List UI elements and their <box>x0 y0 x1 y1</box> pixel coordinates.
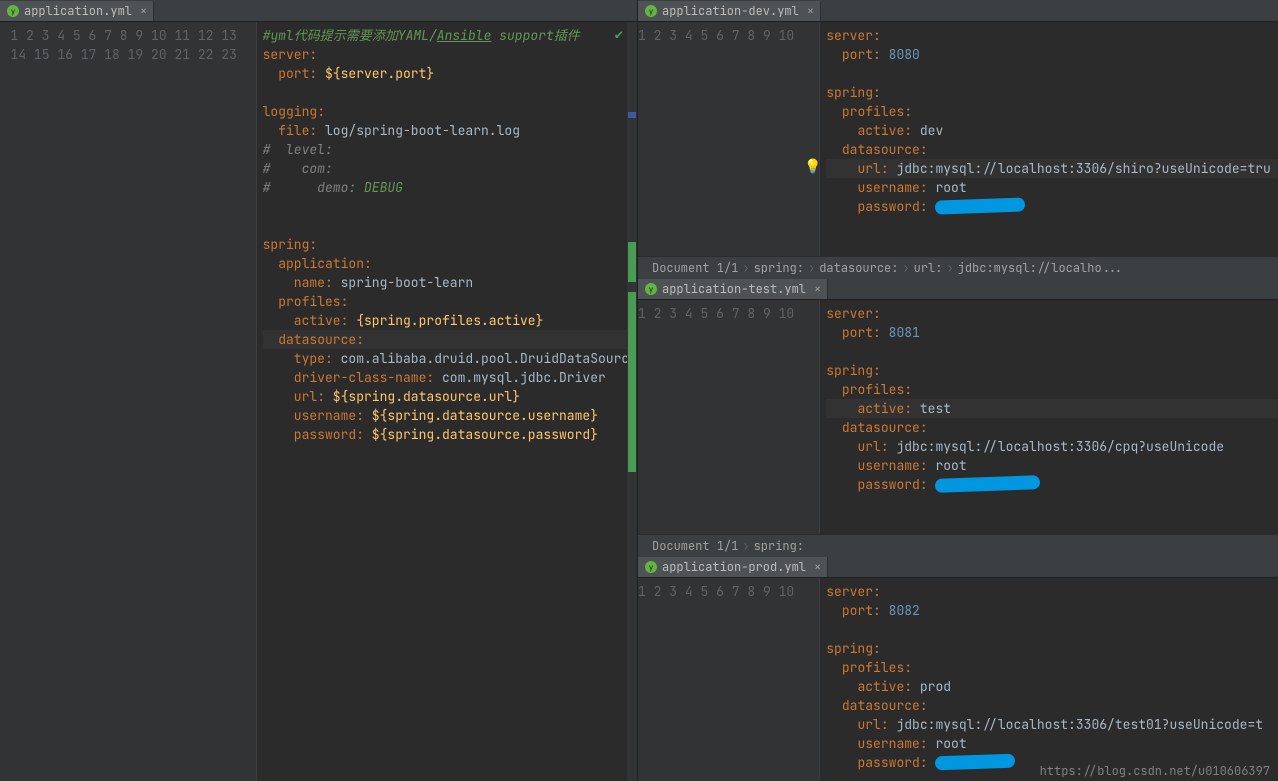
tab-label: application.yml <box>24 3 132 19</box>
tab-application-prod-yml[interactable]: y application-prod.yml × <box>638 557 828 577</box>
close-icon[interactable]: × <box>807 3 814 19</box>
fold-column <box>249 22 257 781</box>
left-editor-pane: y application.yml × 1 2 3 4 5 6 7 8 9 10… <box>0 0 638 781</box>
yaml-file-icon: y <box>6 4 20 18</box>
tab-bar-prod: y application-prod.yml × <box>638 556 1278 578</box>
code-area[interactable]: server: port: 8080 spring: profiles: act… <box>820 22 1278 256</box>
fold-column <box>806 578 820 781</box>
yaml-file-icon: y <box>644 560 658 574</box>
tab-application-test-yml[interactable]: y application-test.yml × <box>638 279 828 299</box>
breadcrumb-dev[interactable]: Document 1/1› spring:› datasource:› url:… <box>638 256 1278 278</box>
redacted-password <box>935 476 1040 494</box>
marker-bar[interactable] <box>627 22 637 781</box>
close-icon[interactable]: × <box>814 281 821 297</box>
editor-dev: y application-dev.yml × 1 2 3 4 5 6 7 8 … <box>638 0 1278 278</box>
line-gutter: 1 2 3 4 5 6 7 8 9 10 <box>638 22 806 256</box>
tab-label: application-prod.yml <box>662 559 806 575</box>
code-area[interactable]: server: port: 8081 spring: profiles: act… <box>820 300 1278 534</box>
redacted-password <box>935 198 1025 215</box>
yaml-file-icon: y <box>644 4 658 18</box>
fold-column: 💡 <box>806 22 820 256</box>
fold-column <box>806 300 820 534</box>
close-icon[interactable]: × <box>140 3 147 19</box>
tab-application-yml[interactable]: y application.yml × <box>0 1 154 21</box>
watermark-text: https://blog.csdn.net/u010606397 <box>1040 763 1270 779</box>
tab-bar-left: y application.yml × <box>0 0 637 22</box>
yaml-file-icon: y <box>644 282 658 296</box>
tab-application-dev-yml[interactable]: y application-dev.yml × <box>638 1 821 21</box>
checkmark-icon: ✔ <box>615 26 623 44</box>
svg-text:y: y <box>649 563 654 573</box>
line-gutter: 1 2 3 4 5 6 7 8 9 10 <box>638 578 806 781</box>
close-icon[interactable]: × <box>814 559 821 575</box>
right-editor-stack: y application-dev.yml × 1 2 3 4 5 6 7 8 … <box>638 0 1278 781</box>
editor-left[interactable]: 1 2 3 4 5 6 7 8 9 10 11 12 13 14 15 16 1… <box>0 22 637 781</box>
svg-text:y: y <box>11 7 16 17</box>
code-area[interactable]: #yml代码提示需要添加YAML/Ansible support插件 serve… <box>257 22 637 781</box>
tab-label: application-dev.yml <box>662 3 799 19</box>
breadcrumb-test[interactable]: Document 1/1› spring: <box>638 534 1278 556</box>
line-gutter: 1 2 3 4 5 6 7 8 9 10 11 12 13 14 15 16 1… <box>0 22 249 781</box>
tab-label: application-test.yml <box>662 281 806 297</box>
code-area[interactable]: server: port: 8082 spring: profiles: act… <box>820 578 1278 781</box>
tab-bar-test: y application-test.yml × <box>638 278 1278 300</box>
line-gutter: 1 2 3 4 5 6 7 8 9 10 <box>638 300 806 534</box>
editor-test: y application-test.yml × 1 2 3 4 5 6 7 8… <box>638 278 1278 556</box>
editor-prod: y application-prod.yml × 1 2 3 4 5 6 7 8… <box>638 556 1278 781</box>
svg-text:y: y <box>649 7 654 17</box>
svg-text:y: y <box>649 285 654 295</box>
intention-bulb-icon[interactable]: 💡 <box>804 158 821 176</box>
tab-bar-dev: y application-dev.yml × <box>638 0 1278 22</box>
redacted-password <box>935 754 1015 771</box>
